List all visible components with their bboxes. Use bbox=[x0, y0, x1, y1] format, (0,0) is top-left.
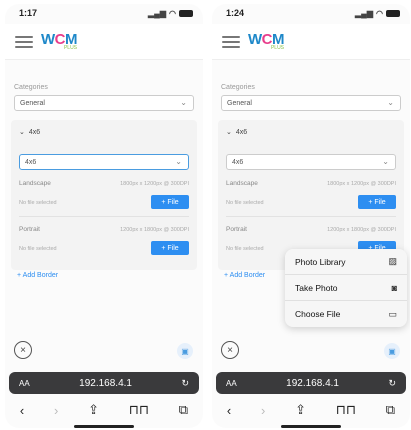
hamburger-menu-icon[interactable] bbox=[222, 35, 240, 48]
reload-icon[interactable]: ↻ bbox=[388, 378, 396, 389]
row-divider bbox=[226, 216, 396, 217]
camera-icon: ◙ bbox=[391, 282, 397, 293]
landscape-nofile: No file selected bbox=[19, 200, 57, 206]
add-border-link[interactable]: + Add Border bbox=[17, 272, 58, 279]
home-indicator bbox=[74, 425, 134, 428]
chevron-down-icon: ⌄ bbox=[180, 98, 187, 107]
share-icon[interactable]: ⇪ bbox=[88, 402, 99, 418]
text-size-button[interactable]: AA bbox=[226, 379, 237, 388]
phone-screen-2: 1:24 ▂▄▆ ◠ WCM PLUS Categories General ⌄… bbox=[212, 4, 410, 428]
close-icon[interactable]: × bbox=[14, 341, 32, 359]
reload-icon[interactable]: ↻ bbox=[181, 378, 189, 389]
size-section: ⌄ 4x6 4x6 ⌄ Landscape 1800px x 1200px @ … bbox=[218, 120, 404, 270]
size-select[interactable]: 4x6 ⌄ bbox=[19, 154, 189, 170]
status-bar: 1:24 ▂▄▆ ◠ bbox=[212, 4, 410, 22]
category-select[interactable]: General ⌄ bbox=[14, 95, 194, 111]
status-icons: ▂▄▆ ◠ bbox=[148, 9, 193, 18]
landscape-file-button[interactable]: + File bbox=[151, 195, 189, 209]
landscape-dims: 1800px x 1200px @ 300DPI bbox=[120, 181, 189, 187]
reader-icon[interactable]: ▣ bbox=[177, 343, 193, 359]
wifi-icon: ◠ bbox=[376, 8, 383, 18]
url-text: 192.168.4.1 bbox=[286, 377, 339, 389]
browser-toolbar: ‹ › ⇪ ⊓⊓ ⧉ bbox=[5, 396, 203, 424]
tabs-icon[interactable]: ⧉ bbox=[386, 402, 395, 418]
size-select[interactable]: 4x6 ⌄ bbox=[226, 154, 396, 170]
signal-icon: ▂▄▆ bbox=[148, 8, 167, 18]
battery-icon bbox=[179, 9, 193, 17]
chevron-down-icon: ⌄ bbox=[387, 98, 394, 107]
chevron-down-icon: ⌄ bbox=[175, 157, 182, 166]
categories-label: Categories bbox=[14, 84, 48, 91]
back-icon[interactable]: ‹ bbox=[227, 403, 231, 418]
address-bar[interactable]: AA 192.168.4.1 ↻ bbox=[216, 372, 406, 394]
portrait-title: Portrait bbox=[19, 226, 40, 233]
url-text: 192.168.4.1 bbox=[79, 377, 132, 389]
photo-library-icon: ▨ bbox=[388, 256, 397, 266]
wifi-icon: ◠ bbox=[169, 8, 176, 18]
portrait-file-button[interactable]: + File bbox=[151, 241, 189, 255]
chevron-down-icon: ⌄ bbox=[226, 129, 232, 136]
bookmarks-icon[interactable]: ⊓⊓ bbox=[336, 402, 356, 418]
categories-label: Categories bbox=[221, 84, 255, 91]
reader-icon[interactable]: ▣ bbox=[384, 343, 400, 359]
status-time: 1:24 bbox=[226, 8, 245, 18]
back-icon[interactable]: ‹ bbox=[20, 403, 24, 418]
landscape-file-button[interactable]: + File bbox=[358, 195, 396, 209]
status-icons: ▂▄▆ ◠ bbox=[355, 9, 400, 18]
address-bar[interactable]: AA 192.168.4.1 ↻ bbox=[9, 372, 199, 394]
section-toggle[interactable]: ⌄ 4x6 bbox=[226, 128, 247, 137]
chevron-down-icon: ⌄ bbox=[19, 129, 25, 136]
chevron-down-icon: ⌄ bbox=[382, 157, 389, 166]
portrait-dims: 1200px x 1800px @ 300DPI bbox=[120, 227, 189, 233]
site-header: WCM PLUS bbox=[5, 24, 203, 60]
menu-item-photo-library[interactable]: Photo Library ▨ bbox=[285, 249, 407, 275]
share-icon[interactable]: ⇪ bbox=[295, 402, 306, 418]
folder-icon: ▭ bbox=[388, 308, 397, 319]
forward-icon[interactable]: › bbox=[54, 403, 58, 418]
landscape-dims: 1800px x 1200px @ 300DPI bbox=[327, 181, 396, 187]
comparison-stage: 1:17 ▂▄▆ ◠ WCM PLUS Categories General ⌄… bbox=[0, 0, 411, 430]
portrait-nofile: No file selected bbox=[226, 246, 264, 252]
status-time: 1:17 bbox=[19, 8, 38, 18]
category-select[interactable]: General ⌄ bbox=[221, 95, 401, 111]
page-content: Categories General ⌄ ⌄ 4x6 4x6 ⌄ Landsca… bbox=[5, 62, 203, 428]
status-bar: 1:17 ▂▄▆ ◠ bbox=[5, 4, 203, 22]
landscape-title: Landscape bbox=[226, 180, 258, 187]
menu-item-choose-file[interactable]: Choose File ▭ bbox=[285, 301, 407, 327]
close-icon[interactable]: × bbox=[221, 341, 239, 359]
bookmarks-icon[interactable]: ⊓⊓ bbox=[129, 402, 149, 418]
battery-icon bbox=[386, 9, 400, 17]
row-divider bbox=[19, 216, 189, 217]
phone-screen-1: 1:17 ▂▄▆ ◠ WCM PLUS Categories General ⌄… bbox=[5, 4, 203, 428]
add-border-link[interactable]: + Add Border bbox=[224, 272, 265, 279]
wcm-logo[interactable]: WCM PLUS bbox=[41, 32, 78, 51]
landscape-nofile: No file selected bbox=[226, 200, 264, 206]
size-section: ⌄ 4x6 4x6 ⌄ Landscape 1800px x 1200px @ … bbox=[11, 120, 197, 270]
home-indicator bbox=[281, 425, 341, 428]
browser-toolbar: ‹ › ⇪ ⊓⊓ ⧉ bbox=[212, 396, 410, 424]
file-source-menu: Photo Library ▨ Take Photo ◙ Choose File… bbox=[285, 249, 407, 327]
page-content: Categories General ⌄ ⌄ 4x6 4x6 ⌄ Landsca… bbox=[212, 62, 410, 428]
menu-item-take-photo[interactable]: Take Photo ◙ bbox=[285, 275, 407, 301]
portrait-dims: 1200px x 1800px @ 300DPI bbox=[327, 227, 396, 233]
site-header: WCM PLUS bbox=[212, 24, 410, 60]
signal-icon: ▂▄▆ bbox=[355, 8, 374, 18]
landscape-title: Landscape bbox=[19, 180, 51, 187]
text-size-button[interactable]: AA bbox=[19, 379, 30, 388]
section-toggle[interactable]: ⌄ 4x6 bbox=[19, 128, 40, 137]
portrait-title: Portrait bbox=[226, 226, 247, 233]
wcm-logo[interactable]: WCM PLUS bbox=[248, 32, 285, 51]
portrait-nofile: No file selected bbox=[19, 246, 57, 252]
hamburger-menu-icon[interactable] bbox=[15, 35, 33, 48]
forward-icon[interactable]: › bbox=[261, 403, 265, 418]
tabs-icon[interactable]: ⧉ bbox=[179, 402, 188, 418]
